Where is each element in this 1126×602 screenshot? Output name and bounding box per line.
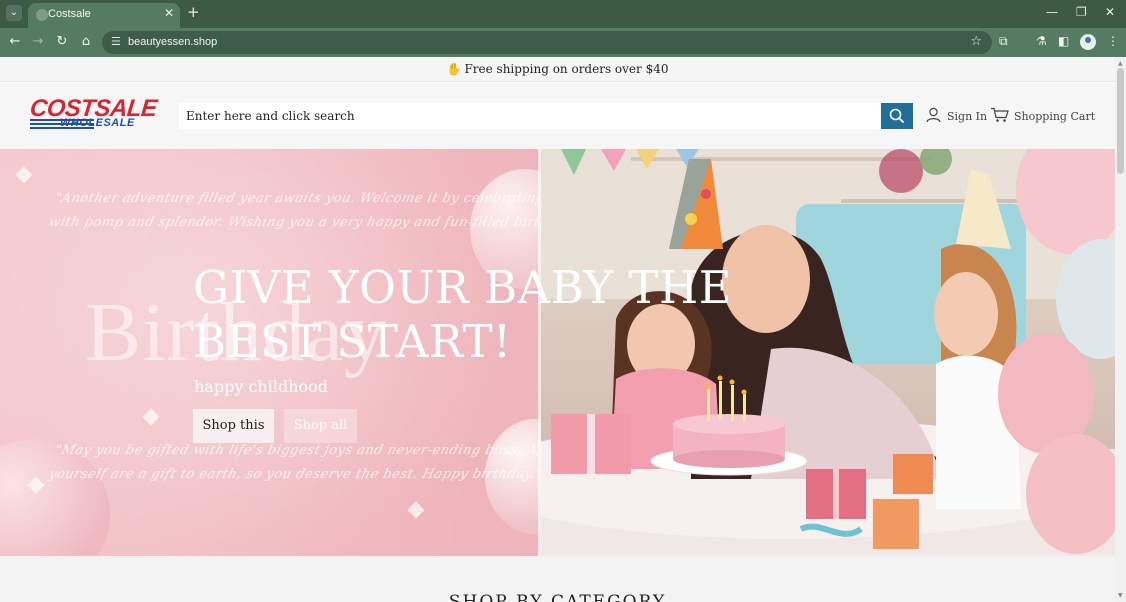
url-text[interactable]: beautyessen.shop bbox=[128, 36, 217, 48]
menu-icon[interactable]: ⋮ bbox=[1107, 34, 1119, 48]
shop-all-button[interactable]: Shop all bbox=[284, 409, 357, 443]
shop-by-category-section: SHOP BY CATEGORY bbox=[0, 556, 1115, 602]
scroll-down-icon[interactable]: ▼ bbox=[1118, 592, 1123, 599]
favicon-icon bbox=[36, 9, 48, 21]
extensions-icon[interactable]: ⧉ bbox=[999, 34, 1008, 49]
shop-this-button[interactable]: Shop this bbox=[193, 409, 274, 443]
sign-in-label: Sign In bbox=[947, 110, 988, 123]
plus-icon[interactable]: + bbox=[187, 3, 200, 21]
hero-banner: "Another adventure filled year awaits yo… bbox=[0, 149, 1115, 556]
restore-icon[interactable]: ❐ bbox=[1076, 5, 1087, 19]
quote-line: yourself are a gift to earth, so you des… bbox=[47, 467, 544, 482]
home-icon[interactable]: ⌂ bbox=[77, 34, 95, 49]
logo-subtitle: WHOLESALE bbox=[60, 117, 135, 129]
shopping-cart-label: Shopping Cart bbox=[1014, 110, 1096, 123]
hero-subtitle: happy childhood bbox=[194, 377, 329, 396]
hero-title: GIVE YOUR BABY THE BEST START! bbox=[193, 261, 733, 368]
announcement-text: Free shipping on orders over $40 bbox=[464, 62, 669, 76]
tab-search-icon[interactable]: ⌄ bbox=[6, 5, 22, 21]
cart-icon bbox=[991, 107, 1009, 122]
birthday-quote-bottom: "May you be gifted with life's biggest j… bbox=[46, 439, 622, 487]
minimize-icon[interactable]: — bbox=[1046, 5, 1058, 19]
forward-icon[interactable]: → bbox=[29, 34, 47, 49]
site-header: COSTSALE WHOLESALE Sign In Shopp bbox=[0, 83, 1115, 149]
user-icon bbox=[926, 107, 941, 123]
search-icon bbox=[889, 108, 905, 124]
star-icon[interactable]: ☆ bbox=[970, 34, 982, 49]
scrollbar-thumb[interactable] bbox=[1117, 68, 1124, 174]
web-page: ✋ Free shipping on orders over $40 COSTSA… bbox=[0, 57, 1115, 602]
search-button[interactable] bbox=[881, 103, 913, 129]
profile-icon[interactable] bbox=[1080, 34, 1096, 50]
address-bar[interactable]: ☰ beautyessen.shop ☆ bbox=[102, 31, 992, 54]
sidebar-icon[interactable]: ◧ bbox=[1058, 34, 1069, 48]
back-icon[interactable]: ← bbox=[6, 34, 24, 49]
search-input[interactable] bbox=[179, 103, 881, 129]
browser-toolbar: ← → ↻ ⌂ ☰ beautyessen.shop ☆ ⧉ ⚗ ◧ ⋮ bbox=[0, 28, 1126, 57]
costsale-logo[interactable]: COSTSALE WHOLESALE bbox=[29, 95, 158, 135]
tab-title: Costsale bbox=[48, 8, 91, 20]
site-info-icon[interactable]: ☰ bbox=[111, 35, 121, 48]
scroll-up-icon[interactable]: ▲ bbox=[1118, 60, 1123, 67]
hand-icon: ✋ bbox=[446, 62, 462, 76]
window-close-icon[interactable]: ✕ bbox=[1105, 5, 1115, 19]
labs-icon[interactable]: ⚗ bbox=[1036, 34, 1047, 48]
section-title: SHOP BY CATEGORY bbox=[448, 592, 667, 602]
browser-tab[interactable]: Costsale ✕ bbox=[28, 3, 180, 28]
announcement-bar: ✋ Free shipping on orders over $40 bbox=[0, 57, 1115, 82]
browser-tab-strip: ⌄ Costsale ✕ + — ❐ ✕ bbox=[0, 0, 1126, 28]
reload-icon[interactable]: ↻ bbox=[53, 34, 71, 49]
close-icon[interactable]: ✕ bbox=[164, 6, 174, 20]
